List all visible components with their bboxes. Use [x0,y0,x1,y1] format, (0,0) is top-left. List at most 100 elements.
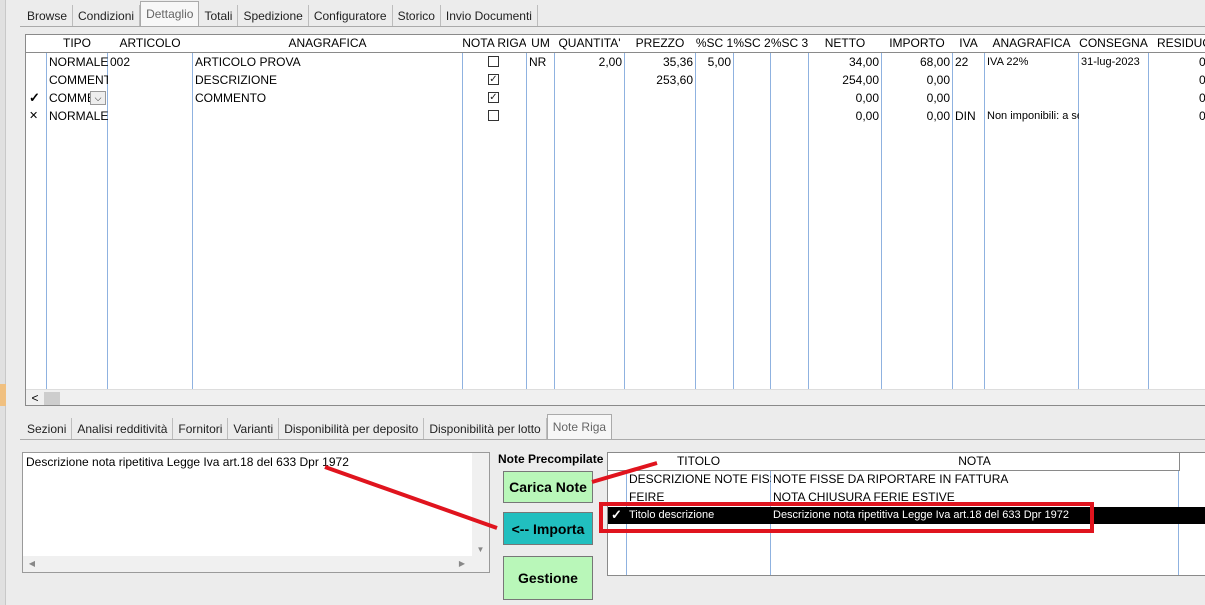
nota-riga-checkbox[interactable]: ✓ [488,92,499,103]
nota-riga-checkbox[interactable]: ✓ [488,74,499,85]
cell-netto[interactable]: 34,00 [808,53,882,71]
cell-titolo[interactable]: FEIRE [626,488,771,506]
cell-importo[interactable]: 0,00 [881,107,953,125]
col-line [526,35,527,405]
cell-netto[interactable]: 0,00 [808,107,882,125]
cell-nota[interactable]: NOTA CHIUSURA FERIE ESTIVE [770,488,1179,506]
notes-grid[interactable]: TITOLO NOTA DESCRIZIONE NOTE FISSE NOTE … [607,452,1205,576]
tab-condizioni[interactable]: Condizioni [73,5,141,27]
tab-disponibilita-deposito[interactable]: Disponibilità per deposito [279,418,425,440]
header-nota[interactable]: NOTA [770,453,1180,471]
cell-um[interactable]: NR [526,53,555,71]
cell-residuo[interactable]: 0, [1148,53,1205,71]
header-iva[interactable]: IVA [952,35,986,53]
tab-configuratore[interactable]: Configuratore [308,5,393,27]
cell-tipo[interactable]: NORMALE [46,53,108,71]
tab-analisi-redditivita[interactable]: Analisi redditività [72,418,174,440]
cell-tipo[interactable]: COMMENTO [46,71,108,89]
bottom-tabbar: Sezioni Analisi redditività Fornitori Va… [22,414,613,440]
cell-articolo[interactable]: 002 [107,53,193,71]
header-consegna[interactable]: CONSEGNA [1078,35,1150,53]
header-residuo[interactable]: RESIDUO [1148,35,1205,53]
col-line [695,35,696,405]
tab-disponibilita-lotto[interactable]: Disponibilità per lotto [424,418,547,440]
header-titolo[interactable]: TITOLO [626,453,772,471]
tab-storico[interactable]: Storico [392,5,441,27]
header-corner [26,35,48,53]
header-quantita[interactable]: QUANTITA' [554,35,626,53]
header-sc3[interactable]: %SC 3 [770,35,810,53]
cell-importo[interactable]: 0,00 [881,71,953,89]
tab-dettaglio[interactable]: Dettaglio [140,1,200,27]
cell-nota[interactable]: NOTE FISSE DA RIPORTARE IN FATTURA [770,470,1179,488]
textarea-hscroll[interactable]: ◀ ▶ [23,556,489,572]
header-sc2[interactable]: %SC 2 [733,35,772,53]
top-tabbar: Browse Condizioni Dettaglio Totali Spedi… [22,1,538,27]
carica-note-button[interactable]: Carica Note [503,471,593,503]
cell-residuo[interactable]: 0, [1148,107,1205,125]
header-prezzo[interactable]: PREZZO [624,35,697,53]
row-marker [26,71,46,89]
col-line [624,35,625,405]
nota-riga-checkbox[interactable] [488,110,499,121]
scroll-thumb[interactable] [44,392,60,405]
tab-fornitori[interactable]: Fornitori [173,418,229,440]
tipo-dropdown-button[interactable]: ⌵ [90,91,106,105]
scroll-left-button[interactable]: < [28,391,42,405]
cell-anagrafica-iva[interactable]: IVA 22% [984,53,1079,71]
new-row-icon: ✕ [29,110,39,122]
cell-anagrafica[interactable]: ARTICOLO PROVA [192,53,463,71]
left-strip [0,0,6,605]
header-um[interactable]: UM [526,35,556,53]
cell-netto[interactable]: 0,00 [808,89,882,107]
note-textarea[interactable]: Descrizione nota ripetitiva Legge Iva ar… [22,452,490,573]
cell-residuo[interactable]: 0, [1148,89,1205,107]
tab-totali[interactable]: Totali [199,5,239,27]
top-tabbar-line [20,26,1205,27]
tab-spedizione[interactable]: Spedizione [238,5,309,27]
cell-tipo[interactable]: COMME [46,89,91,107]
cell-iva[interactable]: DIN [952,107,985,125]
tab-invio-documenti[interactable]: Invio Documenti [440,5,538,27]
cell-titolo[interactable]: DESCRIZIONE NOTE FISSE [626,470,771,488]
cell-sc1[interactable]: 5,00 [695,53,734,71]
header-nota-riga[interactable]: NOTA RIGA [462,35,528,53]
header-anagrafica[interactable]: ANAGRAFICA [192,35,464,53]
cell-anagrafica[interactable]: DESCRIZIONE [192,71,463,89]
tab-sezioni[interactable]: Sezioni [22,418,73,440]
header-anagrafica-iva[interactable]: ANAGRAFICA [984,35,1080,53]
cell-tipo[interactable]: NORMALE [46,107,108,125]
cell-titolo[interactable]: Titolo descrizione [626,506,771,524]
cell-anagrafica[interactable]: COMMENTO [192,89,463,107]
nota-riga-checkbox[interactable] [488,56,499,67]
tab-note-riga[interactable]: Note Riga [546,414,613,440]
bottom-tabbar-line [20,439,1205,440]
horizontal-scrollbar[interactable]: < [26,389,1205,405]
cell-importo[interactable]: 0,00 [881,89,953,107]
header-articolo[interactable]: ARTICOLO [107,35,194,53]
cell-consegna[interactable]: 31-lug-2023 [1078,53,1149,71]
gestione-button[interactable]: Gestione [503,556,593,600]
header-netto[interactable]: NETTO [808,35,883,53]
tab-varianti[interactable]: Varianti [228,418,280,440]
header-sc1[interactable]: %SC 1 [695,35,735,53]
cell-prezzo[interactable]: 253,60 [624,71,696,89]
scroll-down-icon[interactable]: ▼ [472,543,489,557]
header-importo[interactable]: IMPORTO [881,35,954,53]
cell-netto[interactable]: 254,00 [808,71,882,89]
scroll-right-icon[interactable]: ▶ [455,556,469,572]
importa-button[interactable]: <-- Importa [503,512,593,545]
cell-iva[interactable]: 22 [952,53,985,71]
tab-browse[interactable]: Browse [22,5,74,27]
cell-nota[interactable]: Descrizione nota ripetitiva Legge Iva ar… [770,506,1179,524]
col-line [1078,35,1079,405]
cell-residuo[interactable]: 0, [1148,71,1205,89]
header-tipo[interactable]: TIPO [46,35,109,53]
cell-quantita[interactable]: 2,00 [554,53,625,71]
textarea-vscroll[interactable]: ▼ [472,453,489,557]
scroll-left-icon[interactable]: ◀ [25,556,39,572]
cell-prezzo[interactable]: 35,36 [624,53,696,71]
cell-importo[interactable]: 68,00 [881,53,953,71]
detail-grid[interactable]: TIPO ARTICOLO ANAGRAFICA NOTA RIGA UM QU… [25,34,1205,406]
cell-anagrafica-iva[interactable]: Non imponibili: a se [984,107,1079,125]
